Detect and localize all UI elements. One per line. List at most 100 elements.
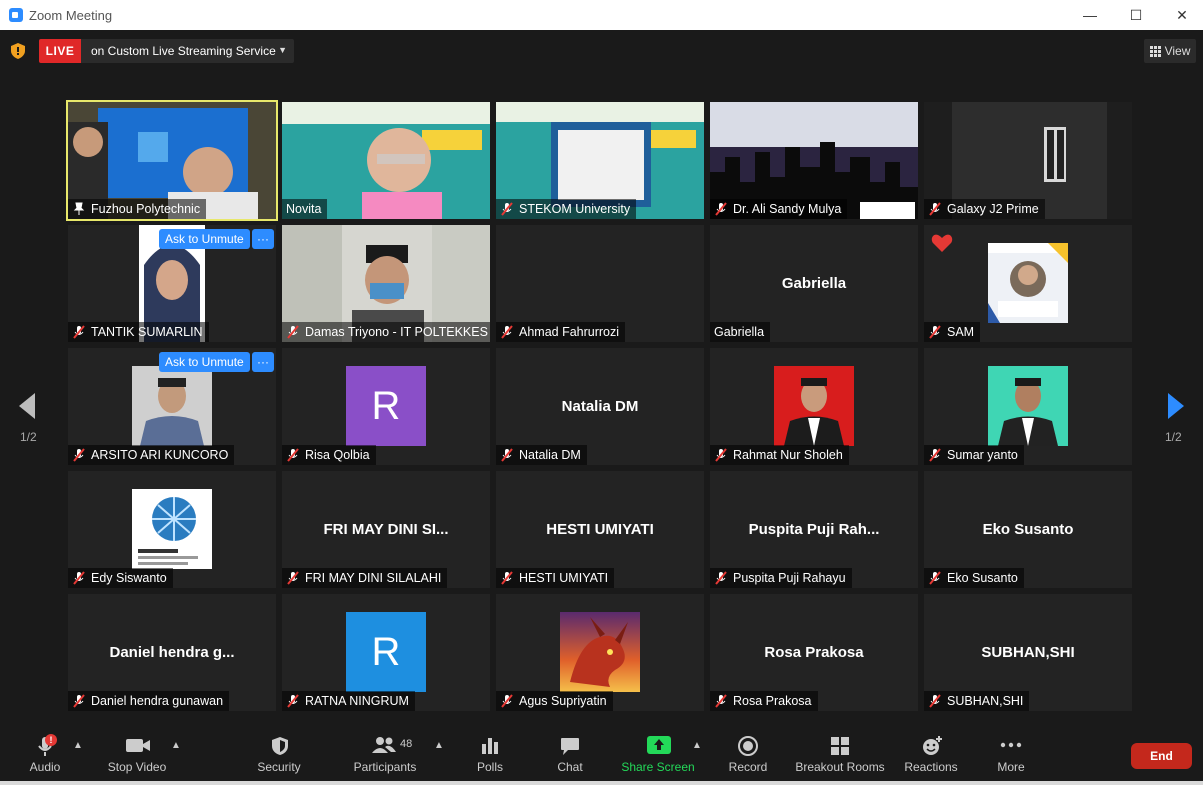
- previous-page-arrow-icon[interactable]: [17, 391, 37, 421]
- more-button[interactable]: More: [992, 726, 1030, 782]
- mic-muted-icon: [929, 202, 941, 216]
- minimize-button[interactable]: —: [1067, 0, 1113, 30]
- participant-name-label: Daniel hendra gunawan: [68, 691, 230, 711]
- participants-options-caret[interactable]: ▲: [434, 740, 444, 751]
- participant-tile[interactable]: Natalia DM Natalia DM: [496, 348, 704, 465]
- participant-tile[interactable]: Damas Triyono - IT POLTEKKES: [282, 225, 490, 342]
- page-indicator-right: 1/2: [1165, 430, 1182, 444]
- more-options-button[interactable]: ···: [252, 229, 274, 249]
- chat-button[interactable]: Chat: [552, 726, 588, 782]
- participant-display-name: FRI MAY DINI SI...: [323, 521, 449, 538]
- live-service-label: on Custom Live Streaming Service: [91, 44, 276, 58]
- mic-muted-icon: [929, 694, 941, 708]
- audio-button[interactable]: ! Audio: [25, 726, 65, 782]
- record-icon: [738, 736, 758, 756]
- participant-photo: [132, 489, 212, 569]
- page-indicator-left: 1/2: [20, 430, 37, 444]
- close-button[interactable]: ✕: [1159, 0, 1203, 30]
- participant-tile[interactable]: Eko Susanto Eko Susanto: [924, 471, 1132, 588]
- participant-photo: [988, 243, 1068, 323]
- record-button[interactable]: Record: [726, 726, 770, 782]
- share-screen-button[interactable]: Share Screen: [621, 726, 695, 782]
- participant-photo: [774, 366, 854, 446]
- participants-button[interactable]: 48 Participants: [350, 726, 420, 782]
- caret-down-icon: ▼: [278, 45, 287, 55]
- participant-name-label: RATNA NINGRUM: [282, 691, 415, 711]
- participant-tile[interactable]: Edy Siswanto: [68, 471, 276, 588]
- participant-photo: [988, 366, 1068, 446]
- participant-name-label: Rahmat Nur Sholeh: [710, 445, 849, 465]
- participant-tile[interactable]: Puspita Puji Rah... Puspita Puji Rahayu: [710, 471, 918, 588]
- participant-tile[interactable]: Daniel hendra g... Daniel hendra gunawan: [68, 594, 276, 711]
- polls-button[interactable]: Polls: [472, 726, 508, 782]
- participant-tile[interactable]: SAM: [924, 225, 1132, 342]
- participant-tile[interactable]: R Risa Qolbia: [282, 348, 490, 465]
- pin-icon: [73, 202, 85, 215]
- mic-muted-icon: [715, 694, 727, 708]
- participant-name-label: Galaxy J2 Prime: [924, 199, 1045, 219]
- view-button[interactable]: View: [1144, 39, 1196, 63]
- live-streaming-dropdown[interactable]: on Custom Live Streaming Service ▼: [81, 39, 294, 63]
- more-dots-icon: [1000, 742, 1022, 748]
- participant-tile[interactable]: Rahmat Nur Sholeh: [710, 348, 918, 465]
- share-screen-icon: [647, 736, 671, 754]
- maximize-button[interactable]: ☐: [1113, 0, 1159, 30]
- participant-tile[interactable]: Fuzhou Polytechnic: [66, 100, 278, 221]
- live-badge[interactable]: LIVE: [39, 39, 81, 63]
- participant-tile[interactable]: Ahmad Fahrurrozi: [496, 225, 704, 342]
- participant-display-name: HESTI UMIYATI: [546, 521, 654, 538]
- ask-to-unmute-button[interactable]: Ask to Unmute: [159, 352, 250, 372]
- mic-muted-icon: [715, 202, 727, 216]
- participant-name-label: Fuzhou Polytechnic: [68, 199, 207, 219]
- participant-display-name: Puspita Puji Rah...: [748, 521, 880, 538]
- audio-options-caret[interactable]: ▲: [73, 740, 83, 751]
- window-title: Zoom Meeting: [29, 7, 113, 23]
- participant-tile[interactable]: STEKOM University: [496, 102, 704, 219]
- reactions-button[interactable]: Reactions: [902, 726, 960, 782]
- participant-tile[interactable]: Galaxy J2 Prime: [924, 102, 1132, 219]
- participant-tile[interactable]: Sumar yanto: [924, 348, 1132, 465]
- participants-icon: [372, 737, 396, 753]
- mic-muted-icon: [287, 694, 299, 708]
- audio-alert-badge: !: [45, 734, 57, 746]
- mic-muted-icon: [73, 325, 85, 339]
- participant-tile[interactable]: Novita: [282, 102, 490, 219]
- participant-tile[interactable]: Gabriella Gabriella: [710, 225, 918, 342]
- participant-tile[interactable]: Agus Supriyatin: [496, 594, 704, 711]
- participant-tile[interactable]: R RATNA NINGRUM: [282, 594, 490, 711]
- participant-name-label: STEKOM University: [496, 199, 637, 219]
- breakout-rooms-button[interactable]: Breakout Rooms: [794, 726, 886, 782]
- grid-icon: [1149, 45, 1161, 57]
- participant-display-name: SUBHAN,SHI: [981, 644, 1075, 661]
- participant-name-label: Agus Supriyatin: [496, 691, 613, 711]
- mic-muted-icon: [73, 571, 85, 585]
- zoom-app-icon: [9, 8, 23, 22]
- mic-muted-icon: [501, 694, 513, 708]
- share-screen-options-caret[interactable]: ▲: [692, 740, 702, 751]
- participant-tile[interactable]: FRI MAY DINI SI... FRI MAY DINI SILALAHI: [282, 471, 490, 588]
- mic-muted-icon: [287, 571, 299, 585]
- participant-avatar-letter: R: [346, 366, 426, 446]
- stop-video-button[interactable]: Stop Video: [104, 726, 170, 782]
- more-options-button[interactable]: ···: [252, 352, 274, 372]
- participant-tile[interactable]: HESTI UMIYATI HESTI UMIYATI: [496, 471, 704, 588]
- participant-name-label: HESTI UMIYATI: [496, 568, 615, 588]
- participant-display-name: Eko Susanto: [982, 521, 1074, 538]
- heart-reaction-icon: [931, 234, 953, 252]
- participant-tile[interactable]: SUBHAN,SHI SUBHAN,SHI: [924, 594, 1132, 711]
- next-page-arrow-icon[interactable]: [1166, 391, 1186, 421]
- window-bottom-border: [0, 781, 1203, 785]
- ask-to-unmute-button[interactable]: Ask to Unmute: [159, 229, 250, 249]
- participant-tile[interactable]: Rosa Prakosa Rosa Prakosa: [710, 594, 918, 711]
- participant-display-name: Daniel hendra g...: [109, 644, 235, 661]
- participant-name-label: SUBHAN,SHI: [924, 691, 1030, 711]
- video-options-caret[interactable]: ▲: [171, 740, 181, 751]
- security-button[interactable]: Security: [254, 726, 304, 782]
- participant-name-label: Natalia DM: [496, 445, 587, 465]
- participant-name-label: FRI MAY DINI SILALAHI: [282, 568, 448, 588]
- end-meeting-button[interactable]: End: [1131, 743, 1192, 769]
- participant-tile[interactable]: Dr. Ali Sandy Mulya: [710, 102, 918, 219]
- participants-count: 48: [400, 738, 413, 750]
- shield-icon[interactable]: [11, 43, 25, 59]
- security-shield-icon: [272, 737, 288, 755]
